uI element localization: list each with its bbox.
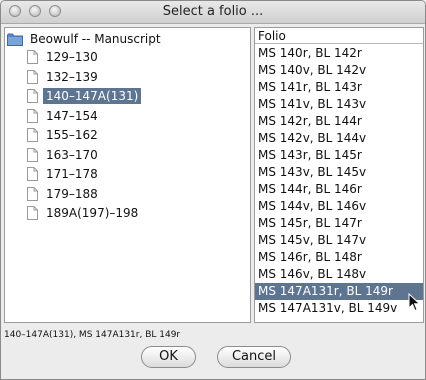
folio-list-item[interactable]: MS 142v, BL 144v [255,130,423,147]
selection-status: 140–147A(131), MS 147A131r, BL 149r [4,330,181,340]
tree-root-beowulf[interactable]: Beowulf -- Manuscript [7,30,164,48]
tree-item-label: 132–139 [46,69,98,84]
folio-list-item[interactable]: MS 147A131v, BL 149v [255,300,423,317]
folio-list-item[interactable]: MS 145v, BL 147v [255,232,423,249]
folio-column-header[interactable]: Folio [255,28,423,44]
dialog-window: Select a folio ... Beowulf -- Manuscript… [0,0,426,380]
tree-item[interactable]: 179–188 [27,185,101,203]
folder-icon [7,33,23,46]
folio-list-item[interactable]: MS 144v, BL 146v [255,198,423,215]
folio-list-item[interactable]: MS 147A131r, BL 149r [255,283,423,300]
folio-list-item[interactable]: MS 142r, BL 144r [255,113,423,130]
folio-list-item[interactable]: MS 140r, BL 142r [255,45,423,62]
mouse-pointer-icon [408,293,421,312]
tree-item-label: 179–188 [46,186,98,201]
folio-list-item[interactable]: MS 141r, BL 143r [255,79,423,96]
title-bar: Select a folio ... [1,1,425,24]
cancel-button[interactable]: Cancel [217,346,291,368]
tree-item-label: 155–162 [46,128,98,142]
document-icon [27,69,38,84]
folio-list-item[interactable]: MS 141v, BL 143v [255,96,423,113]
tree-item-label: 140–147A(131) [43,88,142,104]
document-icon [27,147,38,162]
document-icon [27,89,38,103]
tree-item[interactable]: 129–130 [27,48,101,66]
folio-list-item[interactable]: MS 140v, BL 142v [255,62,423,79]
window-title: Select a folio ... [162,4,264,19]
ok-button[interactable]: OK [141,346,196,368]
tree-item-label: 147–154 [46,108,98,123]
folio-list-item[interactable]: MS 145r, BL 147r [255,215,423,232]
tree-item-label: 129–130 [46,50,98,64]
document-icon [27,206,38,220]
document-icon [27,186,38,201]
document-icon [27,128,38,142]
tree-item[interactable]: 140–147A(131) [27,87,142,105]
document-icon [27,108,38,123]
folio-list-item[interactable]: MS 144r, BL 146r [255,181,423,198]
document-icon [27,167,38,181]
folio-list-item[interactable]: MS 143r, BL 145r [255,147,423,164]
manuscript-tree[interactable]: Beowulf -- Manuscript 129–130 132–139 140–… [4,27,251,323]
tree-item[interactable]: 171–178 [27,165,101,183]
document-icon [27,50,38,64]
tree-item-label: 163–170 [46,147,98,162]
tree-item[interactable]: 155–162 [27,126,101,144]
tree-item-label: 171–178 [46,167,98,181]
folio-list-item[interactable]: MS 143v, BL 145v [255,164,423,181]
folio-list-item[interactable]: MS 146r, BL 148r [255,249,423,266]
folio-list-item[interactable]: MS 146v, BL 148v [255,266,423,283]
tree-item[interactable]: 189A(197)–198 [27,204,141,222]
tree-item[interactable]: 147–154 [27,107,101,125]
tree-item[interactable]: 163–170 [27,146,101,164]
tree-root-label: Beowulf -- Manuscript [30,32,161,46]
folio-list[interactable]: Folio MS 140r, BL 142r MS 140v, BL 142v MS… [254,27,424,323]
tree-item-label: 189A(197)–198 [46,206,139,220]
tree-item[interactable]: 132–139 [27,68,101,86]
